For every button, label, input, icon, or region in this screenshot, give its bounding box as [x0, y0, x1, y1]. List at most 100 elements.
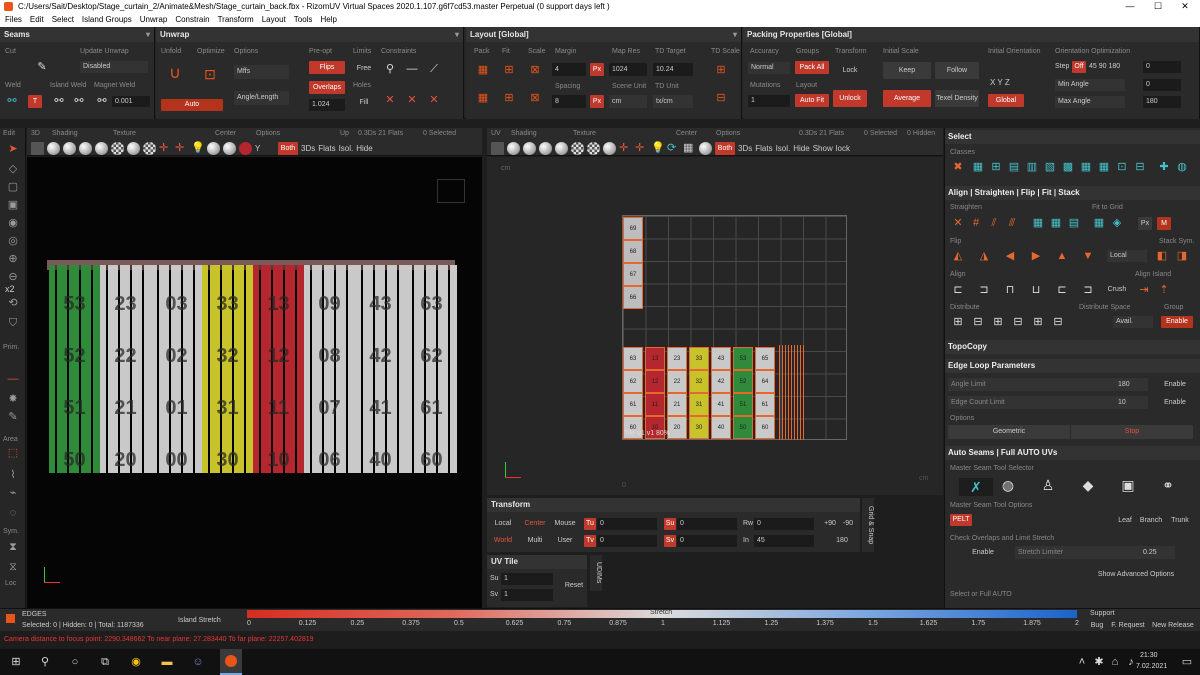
uv-hide-button[interactable]: Hide: [793, 142, 809, 156]
maximize-button[interactable]: ☐: [1143, 0, 1173, 13]
follow-button[interactable]: Follow: [935, 62, 979, 79]
stack-sym-icon[interactable]: ◧: [1155, 249, 1169, 263]
minimize-button[interactable]: —: [1115, 0, 1145, 13]
average-button[interactable]: Average: [883, 90, 931, 107]
geometric-button[interactable]: Geometric: [948, 425, 1070, 439]
distribute-5-icon[interactable]: ⊞: [1031, 315, 1045, 329]
uv-island-cell[interactable]: 63: [623, 347, 643, 370]
menu-unwrap[interactable]: Unwrap: [140, 13, 168, 27]
edge-mode-icon[interactable]: ▢: [5, 180, 21, 194]
overlaps-button[interactable]: Overlaps: [309, 81, 345, 94]
uv-island-cell[interactable]: 69: [623, 217, 643, 240]
menu-layout[interactable]: Layout: [262, 13, 286, 27]
weld-icon[interactable]: ⚯: [5, 94, 19, 108]
tray-network-icon[interactable]: ⌂: [1108, 655, 1122, 669]
fit-grid-5-icon[interactable]: ◈: [1110, 216, 1124, 230]
island-mode-icon[interactable]: ◉: [5, 216, 21, 230]
uv-flats-button[interactable]: Flats: [755, 142, 772, 156]
step-input[interactable]: 0: [1143, 61, 1181, 73]
transform-center-button[interactable]: Center: [521, 518, 549, 530]
seam-box-tool-icon[interactable]: ▣: [1121, 478, 1135, 492]
stretch-limiter-input[interactable]: 0.25: [1140, 546, 1170, 559]
menu-files[interactable]: Files: [5, 13, 22, 27]
uv-island-cell[interactable]: 31: [689, 393, 709, 416]
tray-notification-icon[interactable]: ▭: [1180, 655, 1194, 669]
flip-down-icon[interactable]: ▼: [1081, 249, 1095, 263]
uv-texture-sphere-icon[interactable]: [555, 142, 568, 155]
class-grid-icon[interactable]: ▦: [971, 160, 985, 174]
uv-matcap-icon[interactable]: [603, 142, 616, 155]
uv-center-2-icon[interactable]: ✛: [635, 142, 648, 156]
menu-island-groups[interactable]: Island Groups: [82, 13, 132, 27]
step-off-button[interactable]: Off: [1072, 61, 1086, 73]
tray-bluetooth-icon[interactable]: ✱: [1092, 655, 1106, 669]
taskbar-search-icon[interactable]: ⚲: [38, 655, 52, 669]
margin-input[interactable]: 4: [552, 63, 586, 76]
transform-world-button[interactable]: World: [491, 535, 515, 547]
menu-tools[interactable]: Tools: [294, 13, 313, 27]
uv-center-icon[interactable]: ✛: [619, 142, 632, 156]
magnet-weld-input[interactable]: 0.001: [112, 96, 150, 107]
angle-limit-input[interactable]: 180: [1115, 378, 1145, 391]
lock-button[interactable]: Lock: [835, 65, 865, 76]
island-weld-icon[interactable]: ⚯: [52, 94, 66, 108]
uv-island-cell[interactable]: 61: [623, 393, 643, 416]
3d-option-sphere-icon[interactable]: [207, 142, 220, 155]
taskbar-cortana-icon[interactable]: ○: [68, 655, 82, 669]
rotate-minus-90-button[interactable]: -90: [840, 518, 856, 530]
pack-all-button[interactable]: Pack All: [795, 61, 829, 74]
3d-both-button[interactable]: Both: [278, 142, 298, 155]
global-button[interactable]: Global: [988, 94, 1024, 107]
menu-constrain[interactable]: Constrain: [175, 13, 209, 27]
close-button[interactable]: ✕: [1170, 0, 1200, 13]
udims-tab[interactable]: UDIMs: [590, 555, 602, 591]
taskbar-chrome-icon[interactable]: ◉: [129, 655, 143, 669]
uv-island-cell[interactable]: 30: [689, 416, 709, 439]
straighten-diagonal-icon[interactable]: ⫽: [987, 216, 1001, 230]
uv-island-cell[interactable]: 50: [733, 416, 753, 439]
scale-icon[interactable]: ⊠: [528, 63, 542, 77]
stop-button[interactable]: Stop: [1071, 425, 1193, 439]
class-sym-icon[interactable]: ⊡: [1115, 160, 1129, 174]
uv-island-cell[interactable]: 64: [755, 370, 775, 393]
rotate-plus-90-button[interactable]: +90: [822, 518, 838, 530]
uv-shading-sphere-icon[interactable]: [507, 142, 520, 155]
seam-x-tool-icon[interactable]: ✗: [959, 478, 993, 496]
3d-frame-icon[interactable]: [31, 142, 44, 155]
3d-hide-button[interactable]: Hide: [356, 142, 372, 156]
uv-island-cell[interactable]: 67: [623, 263, 643, 286]
pack-island-icon[interactable]: ▦: [476, 91, 490, 105]
scene-unit-select[interactable]: cm: [609, 95, 647, 108]
straighten-lines-icon[interactable]: ⫻: [1005, 216, 1019, 230]
3d-flats-button[interactable]: Flats: [318, 142, 335, 156]
transform-local-button[interactable]: Local: [491, 518, 515, 530]
3d-center-2-icon[interactable]: ✛: [175, 142, 188, 156]
uv-viewport[interactable]: cm 69 68 67 66 63 62 61 60 13 12 11 10 23 22 21 20 33 32…: [487, 157, 943, 495]
3d-texture-sphere-icon[interactable]: [95, 142, 108, 155]
lasso-icon[interactable]: ⌇: [5, 468, 21, 482]
taskbar-rizomuv-icon[interactable]: [220, 649, 242, 675]
seam-figure-tool-icon[interactable]: ♙: [1041, 478, 1055, 492]
feature-request-button[interactable]: F. Request: [1109, 621, 1147, 631]
uv-island-cell[interactable]: 12: [645, 370, 665, 393]
mutations-input[interactable]: 1: [748, 95, 790, 107]
island-weld-icon-2[interactable]: ⚯: [72, 94, 86, 108]
pin-icon[interactable]: ⚲: [383, 62, 397, 76]
class-globe-icon[interactable]: ◍: [1175, 160, 1189, 174]
uv-island-cell[interactable]: 41: [711, 393, 731, 416]
uv-island-cell[interactable]: 32: [689, 370, 709, 393]
unwrap-menu-icon[interactable]: ▾: [455, 27, 459, 42]
mesh-mode-icon[interactable]: ◎: [5, 234, 21, 248]
td-scale-icon[interactable]: ⊞: [714, 63, 728, 77]
weld-toggle-button[interactable]: T: [28, 95, 42, 108]
seam-cube-tool-icon[interactable]: ◆: [1081, 478, 1095, 492]
loop-select-icon[interactable]: ⟲: [5, 296, 21, 310]
island-stretch-select[interactable]: Island Stretch: [175, 615, 237, 627]
remove-diagonal-icon[interactable]: ✕: [427, 93, 441, 107]
class-tile-icon[interactable]: ▧: [1043, 160, 1057, 174]
uv-island-cell[interactable]: 52: [733, 370, 753, 393]
align-left-icon[interactable]: ⊏: [951, 283, 965, 297]
free-button[interactable]: Free: [352, 63, 376, 74]
texel-density-button[interactable]: Texel Density: [935, 90, 979, 107]
class-island-icon[interactable]: ▩: [1061, 160, 1075, 174]
